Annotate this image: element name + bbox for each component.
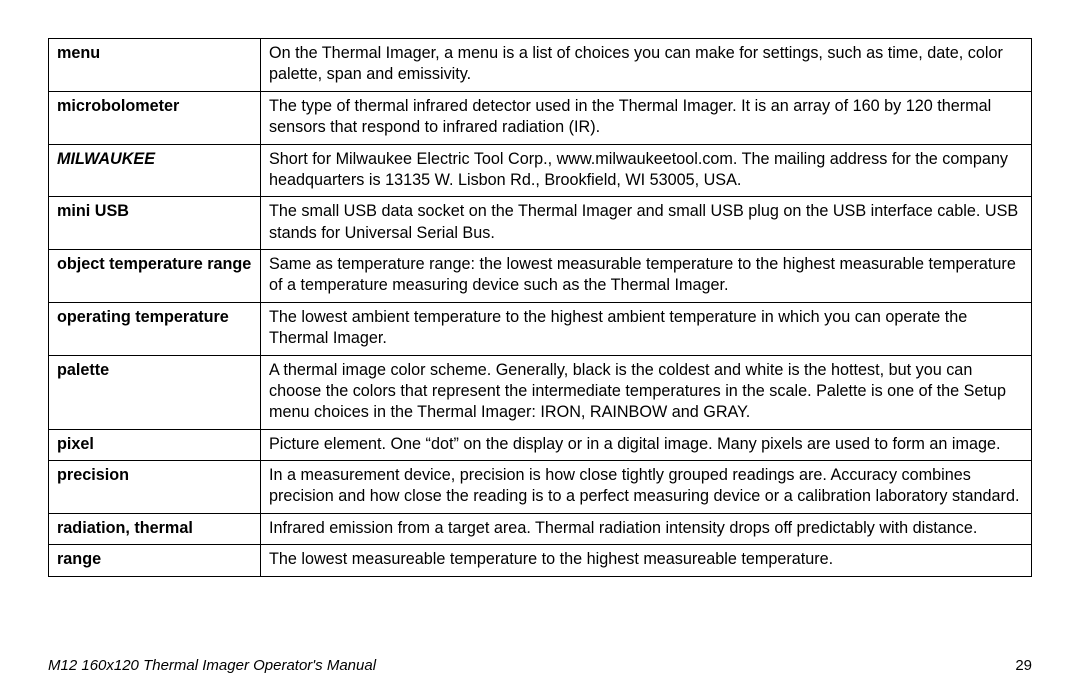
glossary-definition: Picture element. One “dot” on the displa… <box>261 429 1032 460</box>
glossary-row: microbolometerThe type of thermal infrar… <box>49 91 1032 144</box>
glossary-row: menuOn the Thermal Imager, a menu is a l… <box>49 39 1032 92</box>
glossary-row: mini USBThe small USB data socket on the… <box>49 197 1032 250</box>
page-footer: M12 160x120 Thermal Imager Operator's Ma… <box>48 643 1032 674</box>
glossary-row: rangeThe lowest measureable temperature … <box>49 545 1032 576</box>
glossary-row: precisionIn a measurement device, precis… <box>49 461 1032 514</box>
glossary-definition: The type of thermal infrared detector us… <box>261 91 1032 144</box>
glossary-term: range <box>49 545 261 576</box>
glossary-row: operating temperatureThe lowest ambient … <box>49 302 1032 355</box>
glossary-term: mini USB <box>49 197 261 250</box>
glossary-definition: Same as temperature range: the lowest me… <box>261 250 1032 303</box>
glossary-term: pixel <box>49 429 261 460</box>
page-number: 29 <box>1015 657 1032 674</box>
glossary-definition: Infrared emission from a target area. Th… <box>261 513 1032 544</box>
glossary-definition: The lowest ambient temperature to the hi… <box>261 302 1032 355</box>
glossary-definition: A thermal image color scheme. Generally,… <box>261 355 1032 429</box>
glossary-term: object temperature range <box>49 250 261 303</box>
glossary-term: microbolometer <box>49 91 261 144</box>
glossary-term: radiation, thermal <box>49 513 261 544</box>
glossary-term: MILWAUKEE <box>49 144 261 197</box>
glossary-row: object temperature rangeSame as temperat… <box>49 250 1032 303</box>
glossary-term: precision <box>49 461 261 514</box>
glossary-term: menu <box>49 39 261 92</box>
glossary-term: operating temperature <box>49 302 261 355</box>
glossary-row: MILWAUKEEShort for Milwaukee Electric To… <box>49 144 1032 197</box>
glossary-definition: The lowest measureable temperature to th… <box>261 545 1032 576</box>
manual-title: M12 160x120 Thermal Imager Operator's Ma… <box>48 657 376 674</box>
glossary-row: pixelPicture element. One “dot” on the d… <box>49 429 1032 460</box>
glossary-term: palette <box>49 355 261 429</box>
glossary-row: radiation, thermalInfrared emission from… <box>49 513 1032 544</box>
glossary-table: menuOn the Thermal Imager, a menu is a l… <box>48 38 1032 577</box>
glossary-definition: The small USB data socket on the Thermal… <box>261 197 1032 250</box>
glossary-row: paletteA thermal image color scheme. Gen… <box>49 355 1032 429</box>
glossary-definition: Short for Milwaukee Electric Tool Corp.,… <box>261 144 1032 197</box>
glossary-definition: In a measurement device, precision is ho… <box>261 461 1032 514</box>
glossary-definition: On the Thermal Imager, a menu is a list … <box>261 39 1032 92</box>
